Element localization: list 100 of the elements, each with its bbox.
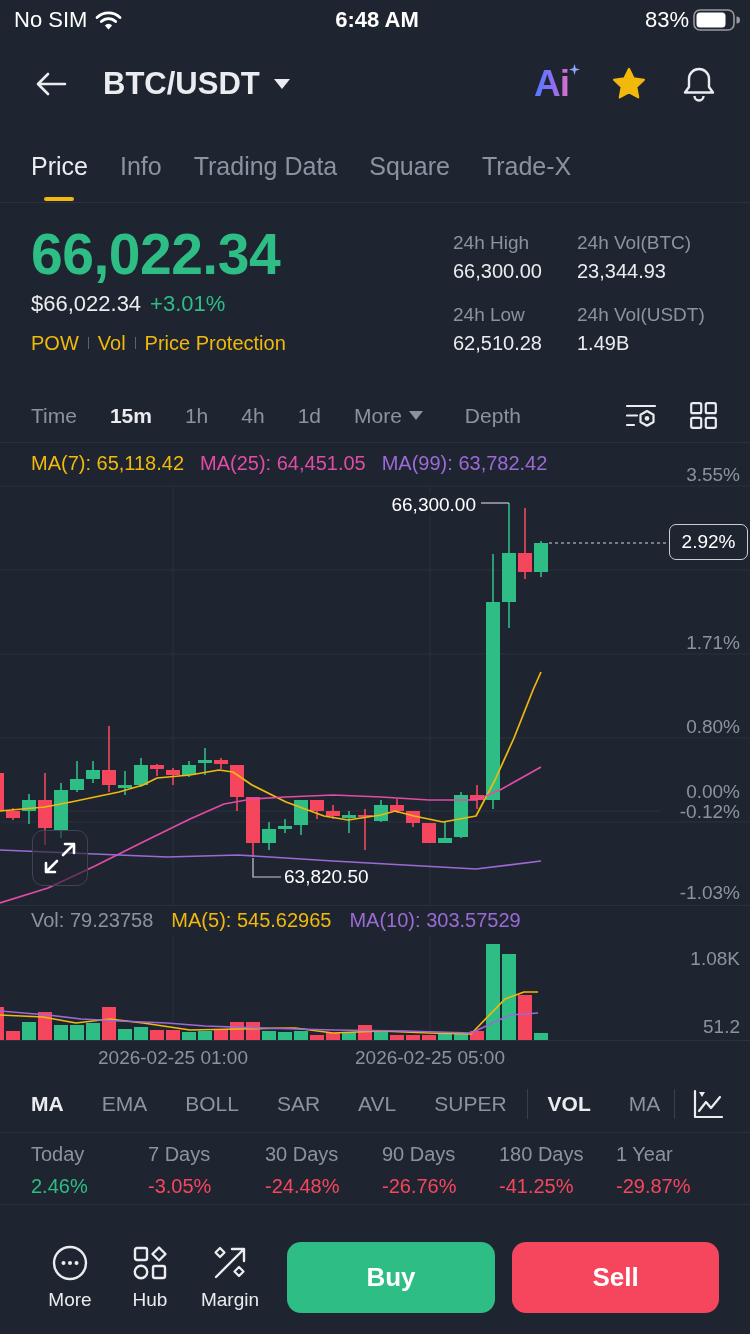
- indicator-tab[interactable]: AVL: [358, 1090, 397, 1117]
- volume-bar: [310, 1035, 324, 1040]
- candle: [310, 799, 324, 820]
- stat-value: 23,344.93: [577, 259, 667, 284]
- indicator-tab[interactable]: SAR: [276, 1090, 321, 1117]
- candle: [294, 799, 308, 836]
- more-dropdown[interactable]: More: [354, 402, 423, 429]
- tab[interactable]: Trading Data: [193, 151, 338, 202]
- leader-line: [252, 857, 282, 878]
- tag-link[interactable]: Price Protection: [144, 328, 286, 358]
- ma-legend-label: MA(25): 64,451.05: [200, 451, 366, 475]
- candle: [166, 767, 180, 786]
- candle: [438, 821, 452, 844]
- tag-link[interactable]: Vol: [97, 328, 126, 358]
- volume-bar: [390, 1035, 404, 1040]
- sell-button[interactable]: Sell: [512, 1242, 719, 1313]
- candle: [374, 799, 388, 823]
- candle: [342, 810, 356, 834]
- volume-bar: [214, 1030, 228, 1040]
- depth-tab[interactable]: Depth: [464, 402, 521, 429]
- indicator-tab[interactable]: VOL: [547, 1090, 591, 1117]
- volume-bar: [182, 1032, 196, 1040]
- stat-label: 24h Vol(USDT): [577, 303, 705, 327]
- bell-icon[interactable]: [682, 65, 716, 102]
- candle: [390, 798, 404, 814]
- candle: [422, 822, 436, 844]
- indicator-tab[interactable]: SUPER: [434, 1090, 507, 1117]
- axis-label: 0.00%: [686, 783, 740, 801]
- settings-icon[interactable]: [626, 403, 657, 428]
- grid-icon[interactable]: [690, 402, 717, 429]
- volume-bar: [422, 1035, 436, 1040]
- tab[interactable]: Square: [369, 151, 450, 202]
- volume-bar: [54, 1025, 68, 1040]
- candle: [86, 760, 100, 784]
- interval-tab[interactable]: Time: [31, 402, 77, 429]
- clock-label: 6:48 AM: [335, 7, 419, 33]
- interval-tab[interactable]: 1h: [184, 402, 209, 429]
- ma-legend-label: MA(99): 63,782.42: [381, 451, 548, 475]
- carrier-label: No SIM: [14, 7, 88, 33]
- high-price-label: 66,300.00: [389, 494, 478, 516]
- interval-tab[interactable]: 4h: [241, 402, 265, 429]
- change-value: -3.05%: [148, 1174, 213, 1199]
- period-label: 90 Days: [382, 1142, 457, 1167]
- volume-bar: [406, 1035, 420, 1040]
- indicator-tab[interactable]: MA: [628, 1090, 661, 1117]
- axis-label: 1.08K: [690, 950, 740, 968]
- period-label: 30 Days: [265, 1142, 340, 1167]
- fiat-price: $66,022.34: [31, 290, 142, 318]
- candle: [54, 782, 68, 839]
- current-change-label: 2.92%: [669, 524, 748, 560]
- indicator-tab[interactable]: MA: [31, 1090, 64, 1117]
- interval-tab[interactable]: 1d: [297, 402, 321, 429]
- axis-label: -0.12%: [679, 803, 740, 821]
- stat-value: 1.49B: [577, 331, 631, 356]
- hub-button[interactable]: Hub: [110, 1242, 190, 1312]
- candle: [22, 793, 36, 825]
- candle: [214, 757, 228, 770]
- margin-button[interactable]: Margin: [190, 1242, 270, 1312]
- pair-selector[interactable]: BTC/USDT: [103, 65, 290, 102]
- candle: [246, 796, 260, 858]
- volume-bar: [118, 1029, 132, 1040]
- candle: [326, 804, 340, 820]
- indicator-tab[interactable]: EMA: [101, 1090, 148, 1117]
- tab[interactable]: Trade-X: [481, 151, 572, 202]
- candle: [358, 808, 372, 851]
- axis-label: 0.80%: [686, 718, 740, 736]
- period-label: 1 Year: [616, 1142, 674, 1167]
- interval-tab[interactable]: 15m: [109, 402, 152, 429]
- candle: [134, 757, 148, 788]
- low-price-label: 63,820.50: [284, 866, 369, 888]
- candle: [150, 763, 164, 777]
- change-value: -24.48%: [265, 1174, 341, 1199]
- volume-bar: [86, 1023, 100, 1040]
- volume-bar: [534, 1033, 548, 1040]
- line-chart-icon[interactable]: [693, 1088, 724, 1119]
- volume-bar: [70, 1025, 84, 1040]
- stat-label: 24h High: [453, 231, 531, 255]
- period-label: 180 Days: [499, 1142, 585, 1167]
- tag-link[interactable]: POW: [31, 328, 79, 358]
- ma-legend-label: MA(5): 545.62965: [171, 908, 332, 932]
- ma-legend-label: MA(7): 65,118.42: [31, 451, 185, 475]
- expand-button[interactable]: [32, 830, 88, 886]
- indicator-tab[interactable]: BOLL: [185, 1090, 239, 1117]
- back-arrow-icon[interactable]: [35, 71, 67, 96]
- volume-bar: [454, 1034, 468, 1040]
- volume-bar: [518, 995, 532, 1040]
- tab[interactable]: Info: [119, 151, 162, 202]
- star-icon[interactable]: [612, 67, 646, 100]
- volume-bar: [294, 1031, 308, 1040]
- stat-label: 24h Vol(BTC): [577, 231, 693, 255]
- more-button[interactable]: More: [30, 1242, 110, 1312]
- volume-bar: [262, 1031, 276, 1040]
- stat-label: 24h Low: [453, 303, 526, 327]
- volume-bar: [150, 1030, 164, 1040]
- tab[interactable]: Price: [31, 151, 88, 202]
- leader-line: [480, 502, 510, 504]
- period-label: Today: [31, 1142, 86, 1167]
- period-label: 7 Days: [148, 1142, 212, 1167]
- volume-bar: [342, 1032, 356, 1040]
- battery-percent: 83%: [644, 7, 689, 33]
